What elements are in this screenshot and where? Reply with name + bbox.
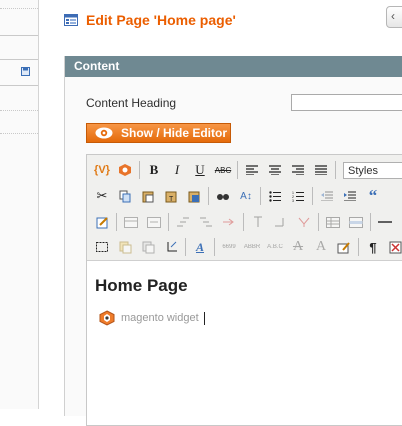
strikethrough-icon[interactable]: ABC: [214, 161, 232, 179]
acronym-icon[interactable]: A.B.C: [266, 238, 284, 256]
align-center-icon[interactable]: [266, 161, 284, 179]
toolbar-separator: [260, 187, 261, 205]
toolbar-row: ✂ T A↕ 123 “: [93, 185, 387, 207]
toolbar-separator: [318, 213, 319, 231]
bullet-list-icon[interactable]: [266, 187, 284, 205]
sidebar-divider: [0, 133, 38, 134]
svg-text:T: T: [169, 196, 174, 203]
align-right-icon[interactable]: [289, 161, 307, 179]
sidebar-divider: [0, 8, 38, 9]
anchor-top-icon[interactable]: [249, 213, 267, 231]
anchor-right-icon[interactable]: [272, 213, 290, 231]
toolbar-separator: [185, 238, 186, 256]
back-arrow-icon: ‹: [391, 9, 395, 23]
paste-icon[interactable]: [139, 187, 157, 205]
editor-content-area[interactable]: Home Page magento widget: [87, 261, 402, 425]
indent-icon[interactable]: [341, 187, 359, 205]
editor-toolbar: {V} B I U ABC Styles ✂ T A↕ 1 2 3 “ A 66…: [87, 155, 402, 261]
replace-icon[interactable]: A↕: [237, 187, 255, 205]
move-forward-icon[interactable]: [174, 213, 192, 231]
section-title: Content: [65, 56, 402, 77]
sidebar-divider: [0, 85, 38, 86]
sidebar-divider: [0, 35, 38, 36]
attributes-icon[interactable]: [335, 238, 353, 256]
find-icon[interactable]: [214, 187, 232, 205]
remove-format-icon[interactable]: [387, 238, 402, 256]
magento-widget-icon: [99, 310, 115, 326]
toolbar-row: A 6699 ABBR A.B.C A A ¶: [93, 236, 402, 258]
move-icon[interactable]: [162, 238, 180, 256]
visual-aid-icon[interactable]: [93, 238, 111, 256]
table-row-icon[interactable]: [347, 213, 365, 231]
magento-widget-label: magento widget: [121, 312, 199, 324]
paste-text-icon[interactable]: T: [162, 187, 180, 205]
numbered-list-icon[interactable]: 123: [289, 187, 307, 205]
sidebar-divider: [0, 110, 38, 111]
move-backward-icon[interactable]: [197, 213, 215, 231]
save-icon[interactable]: [21, 67, 30, 76]
toolbar-separator: [358, 238, 359, 256]
insert-page-icon[interactable]: [116, 238, 134, 256]
page-title: Edit Page 'Home page': [86, 12, 236, 28]
underline-icon[interactable]: U: [191, 161, 209, 179]
page-header: Edit Page 'Home page': [64, 10, 236, 30]
toolbar-separator: [208, 187, 209, 205]
content-heading-input[interactable]: [291, 94, 402, 111]
ins-icon[interactable]: A: [312, 238, 330, 256]
absolute-position-icon[interactable]: [220, 213, 238, 231]
wysiwyg-editor: {V} B I U ABC Styles ✂ T A↕ 1 2 3 “ A 66…: [86, 154, 402, 426]
toolbar-separator: [335, 161, 336, 179]
toolbar-separator: [214, 238, 215, 256]
copy-icon[interactable]: [116, 187, 134, 205]
align-left-icon[interactable]: [243, 161, 261, 179]
toolbar-separator: [370, 213, 371, 231]
layer-props-icon[interactable]: [145, 213, 163, 231]
toolbar-separator: [312, 187, 313, 205]
svg-text:3: 3: [292, 199, 294, 202]
bold-icon[interactable]: B: [145, 161, 163, 179]
left-sidebar: [0, 0, 39, 409]
insert-widget-icon[interactable]: [116, 161, 134, 179]
paste-word-icon[interactable]: [185, 187, 203, 205]
toolbar-separator: [243, 213, 244, 231]
edit-css-icon[interactable]: [93, 213, 111, 231]
font-color-icon[interactable]: A: [191, 238, 209, 256]
quote-mark-icon[interactable]: 6699: [220, 238, 238, 256]
align-justify-icon[interactable]: [312, 161, 330, 179]
abbreviation-icon[interactable]: ABBR: [243, 238, 261, 256]
toolbar-row: [93, 211, 399, 233]
toolbar-separator: [237, 161, 238, 179]
template-icon[interactable]: [139, 238, 157, 256]
table-icon[interactable]: [324, 213, 342, 231]
italic-icon[interactable]: I: [168, 161, 186, 179]
toolbar-separator: [139, 161, 140, 179]
show-hide-editor-button[interactable]: Show / Hide Editor: [86, 123, 231, 143]
del-icon[interactable]: A: [289, 238, 307, 256]
cite-icon[interactable]: [295, 213, 313, 231]
cut-icon[interactable]: ✂: [93, 187, 111, 205]
insert-variable-icon[interactable]: {V}: [93, 161, 111, 179]
page-icon: [64, 14, 78, 26]
blockquote-icon[interactable]: “: [364, 186, 382, 205]
styles-select[interactable]: Styles: [343, 161, 402, 179]
toolbar-separator: [116, 213, 117, 231]
show-blocks-icon[interactable]: ¶: [364, 238, 382, 256]
content-section: Content Content Heading Show / Hide Edit…: [64, 56, 402, 426]
content-heading-text: Home Page: [95, 276, 188, 295]
insert-layer-icon[interactable]: [122, 213, 140, 231]
eye-icon: [95, 127, 113, 139]
text-cursor: [203, 311, 205, 325]
back-button[interactable]: ‹: [386, 6, 402, 28]
sidebar-divider: [0, 59, 38, 60]
horizontal-rule-icon[interactable]: [376, 213, 394, 231]
toolbar-row: {V} B I U ABC Styles: [93, 159, 402, 181]
show-hide-editor-label: Show / Hide Editor: [121, 126, 228, 140]
content-heading-label: Content Heading: [86, 96, 177, 110]
outdent-icon[interactable]: [318, 187, 336, 205]
magento-widget[interactable]: magento widget: [99, 310, 205, 326]
toolbar-separator: [168, 213, 169, 231]
